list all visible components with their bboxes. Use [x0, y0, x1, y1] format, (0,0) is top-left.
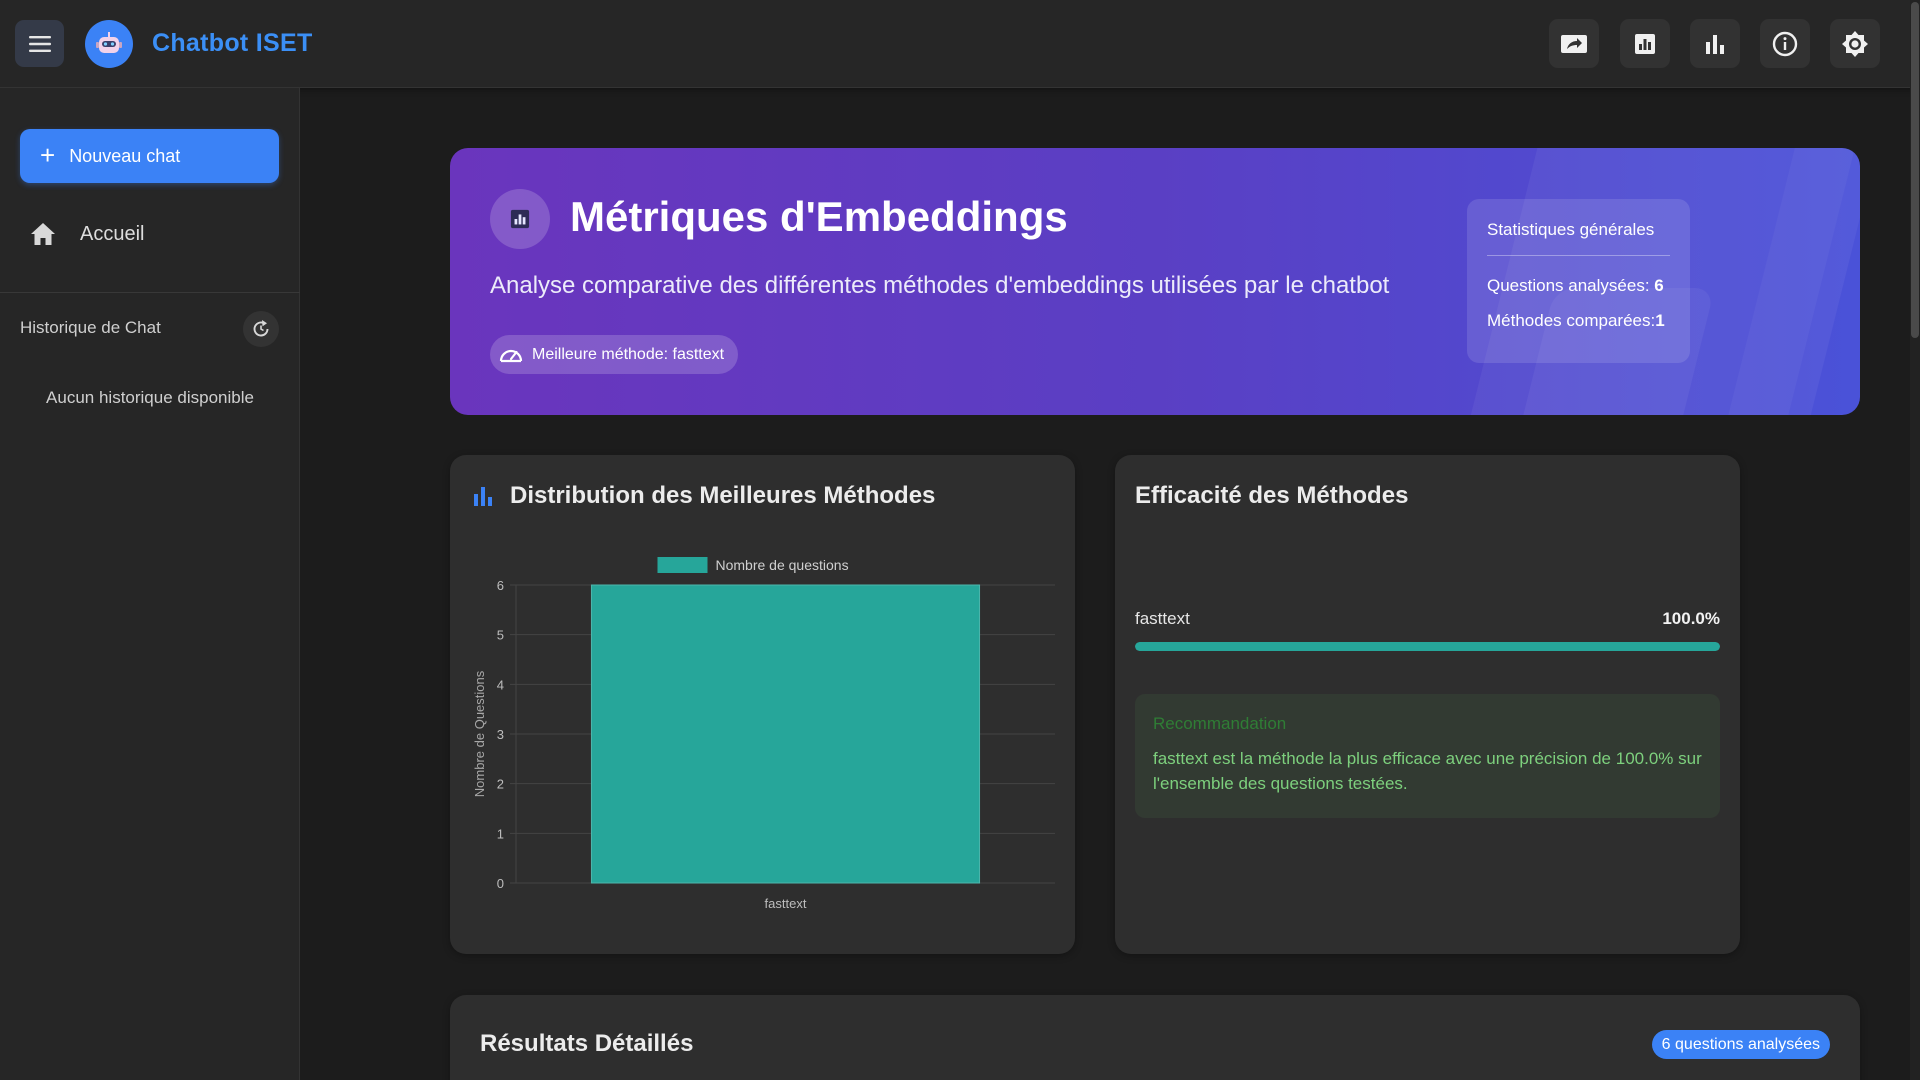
efficiency-method-name: fasttext	[1135, 609, 1190, 628]
menu-icon	[28, 35, 51, 52]
distribution-card: Distribution des Meilleures Méthodes 012…	[450, 455, 1075, 954]
y-axis-title: Nombre de Questions	[472, 670, 487, 797]
efficiency-title: Efficacité des Méthodes	[1135, 482, 1409, 509]
plus-icon: +	[40, 139, 56, 170]
report-icon	[1635, 33, 1655, 54]
results-title: Résultats Détaillés	[480, 1030, 694, 1057]
report-button[interactable]	[1620, 19, 1670, 68]
stat-questions-value: 6	[1654, 276, 1664, 295]
speedometer-icon	[499, 349, 523, 362]
efficiency-progress-fill	[1135, 642, 1720, 651]
recommendation-text: fasttext est la méthode la plus efficace…	[1153, 749, 1702, 793]
home-icon	[31, 223, 55, 245]
scrollbar-thumb[interactable]	[1911, 2, 1919, 338]
sidebar: + Nouveau chat Accueil Historique de Cha…	[0, 88, 300, 1080]
detailed-results-card: Résultats Détaillés 6 questions analysée…	[450, 995, 1860, 1080]
stat-methods: Méthodes comparées:1	[1487, 311, 1665, 331]
menu-button[interactable]	[15, 20, 64, 67]
page-title: Métriques d'Embeddings	[570, 193, 1068, 240]
y-tick-label: 3	[497, 727, 504, 742]
info-button[interactable]	[1760, 19, 1810, 68]
page-subtitle: Analyse comparative des différentes méth…	[490, 272, 1390, 299]
hero-icon-badge	[490, 189, 550, 249]
best-method-text: Meilleure méthode: fasttext	[532, 345, 725, 363]
y-tick-label: 5	[497, 628, 504, 643]
metrics-hero-banner: Métriques d'Embeddings Analyse comparati…	[450, 148, 1860, 415]
distribution-chart: 0 1 2 3 4 5 6 fasttext Nombre de Questions Nombre…	[472, 557, 1055, 911]
theme-toggle-button[interactable]	[1830, 19, 1880, 68]
x-tick-label: fasttext	[765, 896, 807, 911]
share-icon	[1561, 34, 1587, 53]
history-refresh-button[interactable]	[243, 311, 279, 347]
new-chat-button[interactable]: + Nouveau chat	[20, 129, 279, 183]
app-logo	[85, 20, 133, 68]
chart-bar	[590, 584, 981, 884]
sidebar-item-home-label: Accueil	[80, 222, 145, 245]
stats-button[interactable]	[1690, 19, 1740, 68]
stats-title: Statistiques générales	[1487, 220, 1655, 239]
recommendation-box: Recommandation fasttext est la méthode l…	[1135, 694, 1720, 818]
brightness-icon	[1842, 30, 1868, 57]
y-tick-label: 4	[497, 677, 504, 692]
y-tick-label: 0	[497, 876, 504, 891]
stat-methods-label: Méthodes comparées:	[1487, 311, 1656, 330]
y-tick-label: 1	[497, 826, 504, 841]
recommendation-title: Recommandation	[1153, 714, 1287, 733]
y-tick-label: 6	[497, 578, 504, 593]
stat-questions-label: Questions analysées:	[1487, 276, 1655, 295]
questions-count-badge: 6 questions analysées	[1651, 1030, 1830, 1059]
best-method-badge: Meilleure méthode: fasttext	[490, 335, 739, 374]
bar-chart-icon	[1706, 34, 1724, 54]
stat-questions: Questions analysées: 6	[1487, 276, 1664, 296]
legend-swatch	[657, 557, 708, 573]
stats-divider	[1487, 255, 1670, 256]
app-title: Chatbot ISET	[152, 29, 313, 57]
efficiency-method-percent: 100.0%	[1662, 609, 1720, 628]
general-stats-panel: Statistiques générales Questions analysé…	[1467, 199, 1690, 363]
info-icon	[1772, 31, 1798, 56]
y-tick-label: 2	[497, 777, 504, 792]
sidebar-item-home[interactable]: Accueil	[30, 219, 144, 249]
history-heading: Historique de Chat	[20, 318, 161, 337]
stat-methods-value: 1	[1655, 311, 1665, 330]
efficiency-progress-track	[1135, 642, 1720, 651]
page-scrollbar[interactable]	[1910, 0, 1920, 1080]
legend-label: Nombre de questions	[716, 557, 849, 573]
robot-icon	[96, 32, 122, 53]
efficiency-card: Efficacité des Méthodes fasttext 100.0% …	[1115, 455, 1740, 954]
refresh-icon	[253, 320, 269, 337]
empty-history-text: Aucun historique disponible	[46, 388, 254, 407]
share-button[interactable]	[1549, 19, 1599, 68]
top-bar: Chatbot ISET	[0, 0, 1920, 88]
sidebar-divider	[0, 292, 300, 293]
new-chat-label: Nouveau chat	[69, 145, 181, 166]
report-icon	[510, 209, 530, 229]
